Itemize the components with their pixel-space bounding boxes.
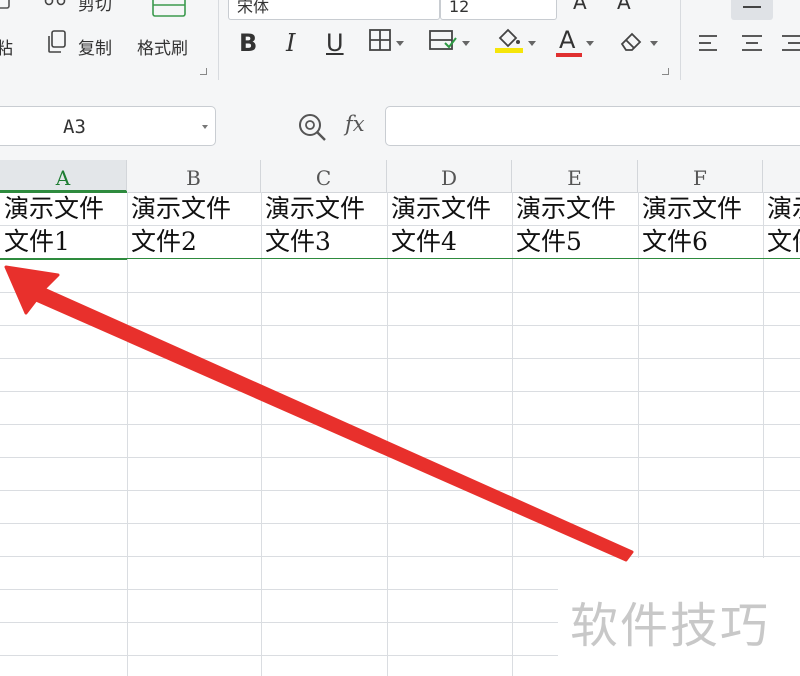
copy-button[interactable]: 复制 bbox=[78, 34, 112, 59]
align-top-icon bbox=[743, 6, 761, 8]
font-color-button[interactable]: A bbox=[556, 26, 594, 58]
name-box-value: A3 bbox=[63, 116, 86, 138]
cell-e1[interactable]: 演示文件 bbox=[512, 192, 638, 225]
italic-button[interactable]: I bbox=[286, 28, 295, 58]
gridline bbox=[512, 192, 513, 676]
align-left-button[interactable] bbox=[697, 32, 721, 60]
align-right-icon bbox=[782, 35, 800, 60]
font-group-launcher[interactable] bbox=[662, 68, 669, 75]
font-color-icon: A bbox=[556, 26, 582, 58]
gridline bbox=[0, 325, 800, 326]
column-header-d[interactable]: D bbox=[387, 160, 512, 192]
align-left-icon bbox=[697, 35, 721, 60]
shrink-font-button[interactable]: A bbox=[617, 0, 631, 14]
gridline bbox=[0, 358, 800, 359]
column-header-e[interactable]: E bbox=[512, 160, 638, 192]
border-grid-icon bbox=[368, 28, 392, 58]
paint-bucket-icon bbox=[494, 26, 524, 60]
spreadsheet-window: 粘 剪切 复制 格式刷 宋体 12 A A B I U A A3 fx A B … bbox=[0, 0, 800, 676]
gridline bbox=[127, 192, 128, 676]
cell-g1[interactable]: 演示文件 bbox=[763, 192, 800, 225]
chevron-down-icon bbox=[650, 40, 658, 46]
clipboard-group-launcher[interactable] bbox=[200, 68, 207, 75]
chevron-down-icon bbox=[586, 40, 594, 46]
column-header-a[interactable]: A bbox=[0, 160, 127, 192]
align-center-icon bbox=[740, 35, 764, 60]
paste-button[interactable]: 粘 bbox=[0, 34, 13, 59]
cell-c2[interactable]: 文件3 bbox=[261, 225, 387, 258]
gridline bbox=[0, 424, 800, 425]
clear-format-button[interactable] bbox=[618, 28, 658, 58]
cell-e2[interactable]: 文件5 bbox=[512, 225, 638, 258]
borders-button[interactable] bbox=[368, 28, 404, 58]
chevron-down-icon bbox=[462, 40, 470, 46]
gridline bbox=[0, 292, 800, 293]
cell-b1[interactable]: 演示文件 bbox=[127, 192, 261, 225]
column-header-b[interactable]: B bbox=[127, 160, 261, 192]
column-header-row: A B C D E F G bbox=[0, 160, 800, 193]
gridline bbox=[0, 523, 800, 524]
gridline bbox=[261, 192, 262, 676]
group-divider bbox=[218, 0, 219, 80]
selection-border bbox=[0, 258, 127, 260]
merge-cells-icon bbox=[428, 28, 458, 58]
zoom-search-icon[interactable] bbox=[297, 112, 327, 146]
chevron-down-icon bbox=[396, 40, 404, 46]
bold-button[interactable]: B bbox=[239, 28, 257, 58]
column-header-c[interactable]: C bbox=[261, 160, 387, 192]
eraser-icon bbox=[618, 28, 646, 58]
cell-a1[interactable]: 演示文件 bbox=[0, 192, 127, 225]
copy-icon[interactable] bbox=[46, 30, 68, 54]
cell-f2[interactable]: 文件6 bbox=[638, 225, 763, 258]
group-divider bbox=[680, 0, 681, 80]
chevron-down-icon[interactable] bbox=[202, 125, 208, 129]
grow-font-button[interactable]: A bbox=[573, 0, 587, 14]
column-header-g[interactable]: G bbox=[763, 160, 800, 192]
cell-g2[interactable]: 文件7 bbox=[763, 225, 800, 258]
fill-color-button[interactable] bbox=[494, 28, 536, 58]
format-painter-icon[interactable] bbox=[152, 0, 186, 20]
cell-a2[interactable]: 文件1 bbox=[0, 225, 127, 258]
cell-f1[interactable]: 演示文件 bbox=[638, 192, 763, 225]
align-center-button[interactable] bbox=[740, 32, 764, 60]
gridline bbox=[0, 457, 800, 458]
gridline bbox=[0, 556, 800, 557]
formula-bar: A3 fx bbox=[0, 88, 800, 160]
cell-d2[interactable]: 文件4 bbox=[387, 225, 512, 258]
cell-b2[interactable]: 文件2 bbox=[127, 225, 261, 258]
insert-function-button[interactable]: fx bbox=[345, 112, 365, 136]
font-name-select[interactable]: 宋体 bbox=[228, 0, 440, 20]
merge-cells-button[interactable] bbox=[428, 28, 470, 58]
column-header-f[interactable]: F bbox=[638, 160, 763, 192]
gridline bbox=[0, 490, 800, 491]
format-painter-button[interactable]: 格式刷 bbox=[137, 34, 188, 59]
gridline bbox=[387, 192, 388, 676]
cut-button[interactable]: 剪切 bbox=[78, 0, 112, 15]
chevron-down-icon bbox=[528, 40, 536, 46]
watermark-text: 软件技巧 bbox=[570, 598, 771, 654]
cell-d1[interactable]: 演示文件 bbox=[387, 192, 512, 225]
top-align-button[interactable] bbox=[731, 0, 773, 20]
ribbon-toolbar: 粘 剪切 复制 格式刷 宋体 12 A A B I U A bbox=[0, 0, 800, 89]
paste-icon[interactable] bbox=[0, 0, 14, 12]
scissors-icon[interactable] bbox=[44, 0, 66, 10]
align-right-button[interactable] bbox=[782, 32, 800, 60]
underline-button[interactable]: U bbox=[326, 28, 344, 58]
font-size-select[interactable]: 12 bbox=[440, 0, 557, 20]
formula-input[interactable] bbox=[385, 106, 800, 146]
cell-c1[interactable]: 演示文件 bbox=[261, 192, 387, 225]
gridline bbox=[0, 391, 800, 392]
watermark: 软件技巧 bbox=[558, 558, 800, 676]
name-box[interactable]: A3 bbox=[0, 106, 216, 146]
